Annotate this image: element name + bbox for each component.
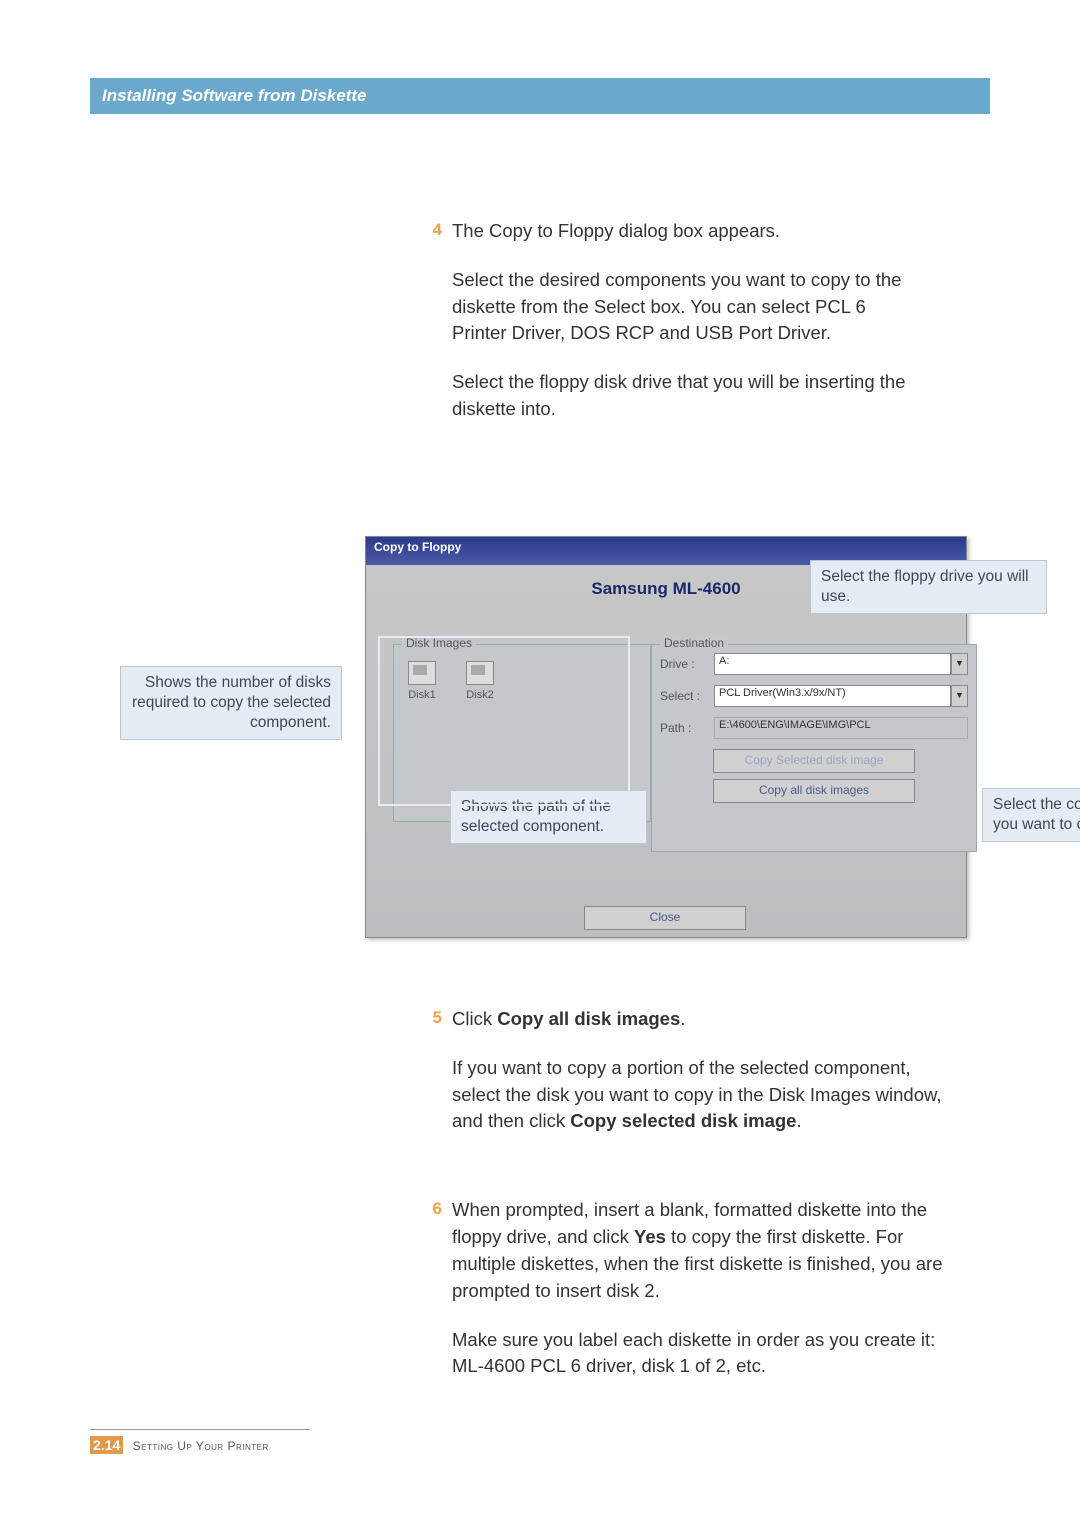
- bold-text: Yes: [634, 1226, 666, 1247]
- destination-group: Destination Drive : A: ▼ Select : PCL Dr…: [651, 644, 977, 852]
- chevron-down-icon[interactable]: ▼: [951, 653, 968, 675]
- copy-all-button[interactable]: Copy all disk images: [713, 779, 915, 803]
- callout-select: Select the component you want to copy.: [982, 788, 1080, 842]
- section-heading: Installing Software from Diskette: [102, 86, 367, 106]
- step-5: 5 Click Copy all disk images. If you wan…: [420, 1006, 950, 1157]
- body-text-upper: 4 The Copy to Floppy dialog box appears.…: [420, 218, 910, 467]
- bold-text: Copy all disk images: [497, 1008, 680, 1029]
- disk-label: Disk1: [408, 689, 436, 701]
- step-number: 6: [420, 1197, 442, 1402]
- group-label: Destination: [660, 636, 728, 650]
- footer-label: Setting Up Your Printer: [133, 1439, 269, 1453]
- chevron-down-icon[interactable]: ▼: [951, 685, 968, 707]
- body-text-lower: 5 Click Copy all disk images. If you wan…: [420, 1006, 950, 1424]
- drive-row: Drive : A: ▼: [660, 653, 968, 675]
- callout-path: Shows the path of the selected component…: [450, 790, 647, 844]
- step-number: 5: [420, 1006, 442, 1157]
- disk-image-item[interactable]: Disk2: [466, 661, 494, 701]
- floppy-icon: [408, 661, 436, 685]
- paragraph: Select the floppy disk drive that you wi…: [452, 369, 910, 423]
- step-number: 4: [420, 218, 442, 445]
- page-number: 14: [105, 1437, 121, 1453]
- path-value: E:\4600\ENG\IMAGE\IMG\PCL: [714, 717, 968, 739]
- select-dropdown[interactable]: PCL Driver(Win3.x/9x/NT): [714, 685, 951, 707]
- paragraph: Click Copy all disk images.: [452, 1006, 950, 1033]
- copy-selected-button[interactable]: Copy Selected disk image: [713, 749, 915, 773]
- footer-text: 2.14 Setting Up Your Printer: [90, 1436, 310, 1454]
- paragraph: Make sure you label each diskette in ord…: [452, 1327, 950, 1381]
- paragraph: If you want to copy a portion of the sel…: [452, 1055, 950, 1135]
- page-number-box: 2.14: [90, 1436, 123, 1454]
- field-label: Path :: [660, 721, 714, 735]
- paragraph: Select the desired components you want t…: [452, 267, 910, 347]
- text-run: .: [796, 1110, 801, 1131]
- text-run: .: [680, 1008, 685, 1029]
- manual-page: Installing Software from Diskette 4 The …: [0, 0, 1080, 1526]
- drive-dropdown[interactable]: A:: [714, 653, 951, 675]
- field-label: Drive :: [660, 657, 714, 671]
- callout-drive: Select the floppy drive you will use.: [810, 560, 1047, 614]
- paragraph: When prompted, insert a blank, formatted…: [452, 1197, 950, 1304]
- section-heading-bar: Installing Software from Diskette: [90, 78, 990, 114]
- paragraph: The Copy to Floppy dialog box appears.: [452, 218, 910, 245]
- page-footer: 2.14 Setting Up Your Printer: [90, 1429, 310, 1454]
- step-6: 6 When prompted, insert a blank, formatt…: [420, 1197, 950, 1402]
- disk-label: Disk2: [466, 689, 494, 701]
- callout-disk-count: Shows the number of disks required to co…: [120, 666, 342, 740]
- group-label: Disk Images: [402, 636, 476, 650]
- field-label: Select :: [660, 689, 714, 703]
- divider: [90, 1429, 310, 1430]
- text-run: Click: [452, 1008, 497, 1029]
- floppy-icon: [466, 661, 494, 685]
- step-4: 4 The Copy to Floppy dialog box appears.…: [420, 218, 910, 445]
- select-row: Select : PCL Driver(Win3.x/9x/NT) ▼: [660, 685, 968, 707]
- disk-image-item[interactable]: Disk1: [408, 661, 436, 701]
- close-button[interactable]: Close: [584, 906, 746, 930]
- chapter-number: 2.: [93, 1437, 105, 1453]
- bold-text: Copy selected disk image: [570, 1110, 796, 1131]
- path-row: Path : E:\4600\ENG\IMAGE\IMG\PCL: [660, 717, 968, 739]
